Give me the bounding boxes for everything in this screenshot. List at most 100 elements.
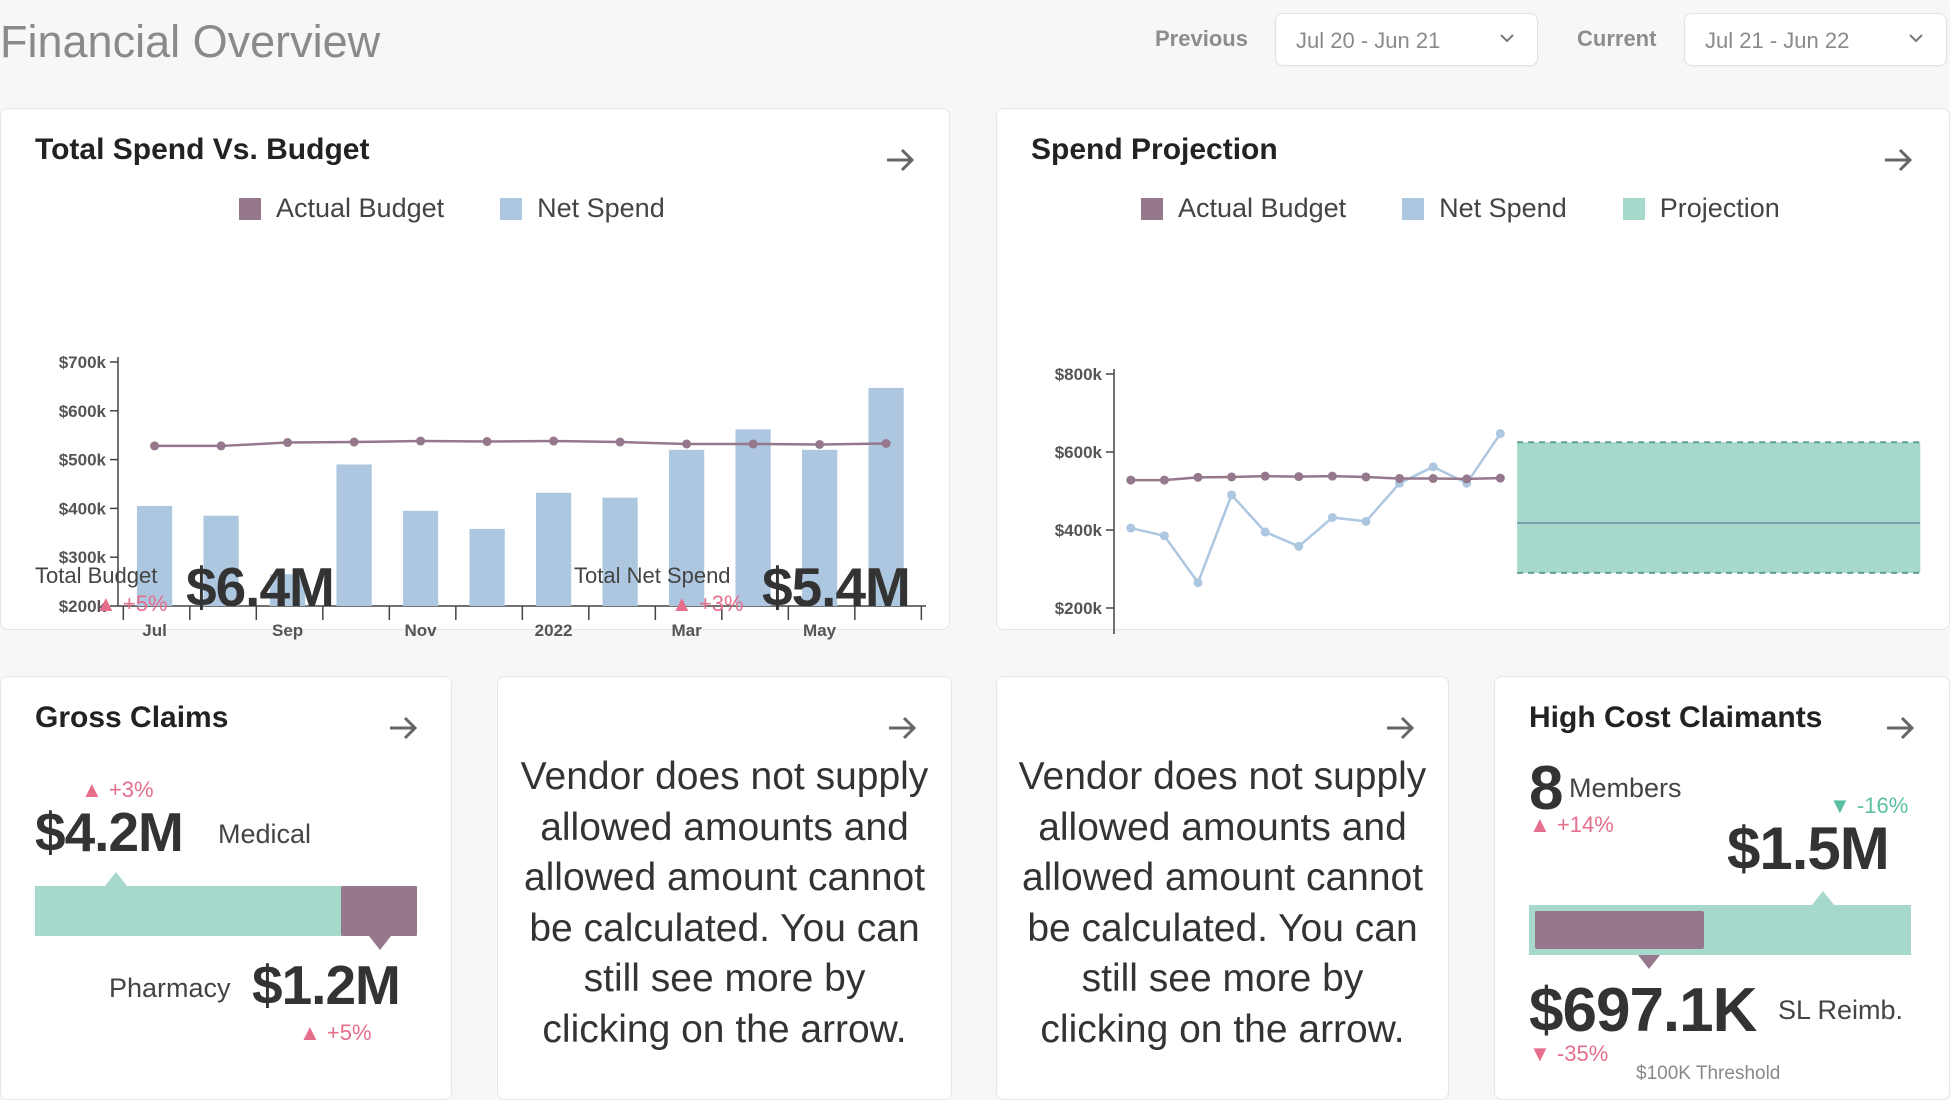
legend-swatch: [1141, 197, 1163, 220]
y-tick-label: $200k: [1055, 599, 1103, 618]
sl-reimb-segment: [1535, 911, 1704, 949]
claims-split-bar: [35, 872, 417, 950]
point-actual-budget: [881, 438, 891, 448]
total-net-spend-label: Total Net Spend: [574, 563, 731, 588]
x-tick-label: Nov: [405, 621, 438, 640]
members-label: Members: [1569, 773, 1682, 803]
x-tick-label: Sep: [272, 621, 303, 640]
amount-pointer: [1812, 891, 1834, 905]
card-title: Gross Claims: [35, 701, 229, 734]
point-actual-budget: [416, 436, 426, 446]
amount-value: $1.5M: [1727, 815, 1890, 882]
previous-period-value: Jul 20 - Jun 21: [1296, 28, 1441, 53]
x-tick-label: May: [803, 621, 837, 640]
point-net-spend: [1126, 523, 1136, 533]
total-net-spend-value: $5.4M: [762, 556, 911, 618]
sl-reimb-bar: [1529, 891, 1911, 969]
y-tick-label: $600k: [1055, 443, 1103, 462]
chart-legend: Actual Budget Net Spend: [239, 193, 665, 224]
legend-label: Net Spend: [1439, 193, 1567, 223]
point-actual-budget: [549, 436, 559, 446]
medical-pointer: [105, 872, 127, 886]
sl-reimb-delta: ▼ -35%: [1529, 1041, 1609, 1066]
legend-item: Projection: [1622, 193, 1780, 224]
legend-swatch: [1402, 197, 1425, 220]
legend-label: Projection: [1659, 193, 1780, 223]
point-actual-budget: [1227, 472, 1237, 482]
sl-reimb-pointer: [1638, 955, 1660, 969]
legend-label: Actual Budget: [1178, 193, 1347, 223]
delta-value: +5%: [326, 1020, 372, 1045]
point-actual-budget: [349, 437, 359, 447]
point-actual-budget: [748, 439, 758, 449]
point-actual-budget: [1361, 472, 1371, 482]
point-actual-budget: [1260, 471, 1270, 481]
legend-swatch: [239, 197, 261, 220]
medical-value: $4.2M: [35, 801, 184, 863]
arrow-right-icon[interactable]: [1881, 143, 1915, 177]
x-tick-label: Mar: [671, 621, 702, 640]
line-actual-budget: [154, 439, 887, 448]
bar-net-spend: [402, 510, 439, 606]
previous-period-select[interactable]: Jul 20 - Jun 21: [1275, 13, 1538, 66]
y-tick-label: $400k: [59, 499, 107, 518]
current-period-select[interactable]: Jul 21 - Jun 22: [1684, 13, 1947, 66]
legend-label: Actual Budget: [276, 193, 445, 223]
point-actual-budget: [1126, 475, 1136, 485]
gross-claims-card: Gross Claims ▲ +3% $4.2M Medical Pharmac…: [0, 676, 452, 1100]
point-actual-budget: [150, 441, 160, 451]
total-budget-value: $6.4M: [186, 556, 335, 618]
arrow-right-icon[interactable]: [1883, 711, 1917, 745]
arrow-right-icon[interactable]: [885, 711, 919, 745]
arrow-right-icon[interactable]: [883, 143, 917, 177]
vendor-message: Vendor does not supply allowed amounts a…: [520, 755, 929, 1051]
delta-value: -35%: [1556, 1041, 1609, 1066]
point-actual-budget: [1193, 472, 1203, 482]
previous-period-label: Previous: [1155, 26, 1248, 51]
point-actual-budget: [815, 439, 825, 449]
point-actual-budget: [682, 439, 692, 449]
delta-value: +3%: [698, 591, 744, 616]
page-title: Financial Overview: [0, 16, 381, 67]
line-actual-budget: [1130, 474, 1501, 482]
card-title: High Cost Claimants: [1529, 701, 1823, 734]
card-title: Total Spend Vs. Budget: [35, 133, 370, 166]
y-tick-label: $400k: [1055, 521, 1103, 540]
pharmacy-pointer: [369, 936, 391, 950]
total-net-spend-delta: ▲ +3%: [671, 591, 744, 616]
threshold-label: $100K Threshold: [1636, 1063, 1781, 1084]
x-tick-label: 2022: [535, 621, 573, 640]
point-net-spend: [1260, 527, 1270, 537]
arrow-right-icon[interactable]: [386, 711, 420, 745]
medical-label: Medical: [218, 819, 312, 849]
point-actual-budget: [615, 437, 625, 447]
projection-band: [1517, 442, 1921, 573]
x-tick-label: Jul: [142, 621, 167, 640]
legend-item: Actual Budget: [1141, 193, 1346, 224]
point-net-spend: [1227, 490, 1237, 500]
pharmacy-label: Pharmacy: [109, 973, 231, 1003]
point-net-spend: [1361, 516, 1371, 526]
pharmacy-value: $1.2M: [252, 954, 401, 1016]
point-actual-budget: [216, 441, 226, 451]
bar-net-spend: [535, 492, 572, 606]
point-net-spend: [1495, 429, 1505, 439]
point-actual-budget: [1294, 472, 1304, 482]
bar-net-spend: [602, 497, 638, 606]
point-actual-budget: [1462, 474, 1472, 484]
point-actual-budget: [1495, 473, 1505, 483]
point-actual-budget: [1159, 475, 1169, 485]
y-tick-label: $500k: [59, 451, 107, 470]
delta-value: +14%: [1556, 812, 1614, 837]
legend-swatch: [500, 197, 523, 220]
chevron-down-icon: [1909, 34, 1923, 43]
point-actual-budget: [1395, 474, 1405, 484]
point-net-spend: [1327, 513, 1337, 523]
y-tick-label: $600k: [59, 402, 107, 421]
vendor-message: Vendor does not supply allowed amounts a…: [1018, 755, 1427, 1051]
sl-reimb-value: $697.1K: [1529, 976, 1757, 1045]
spend-projection-chart: $0k$200k$400k$600k$800kJulSepNov2022MarM…: [1055, 365, 1921, 634]
delta-value: +5%: [122, 591, 168, 616]
spend-vs-budget-card: Total Spend Vs. Budget Actual Budget Net…: [0, 108, 950, 640]
arrow-right-icon[interactable]: [1383, 711, 1417, 745]
